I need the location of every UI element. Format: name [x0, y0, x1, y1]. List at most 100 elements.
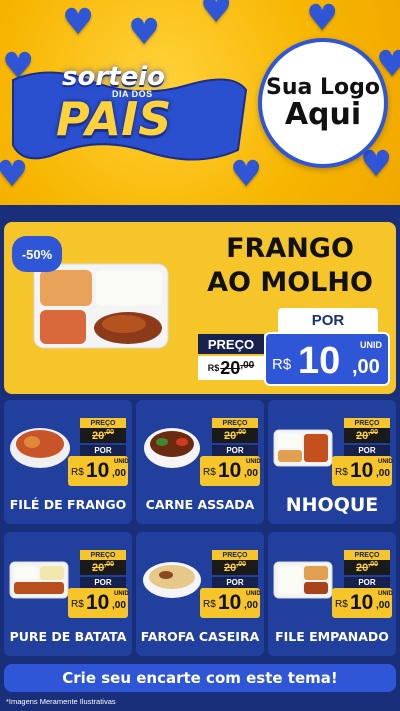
unit-label: UNID — [360, 340, 382, 350]
old-price-cents: ,00 — [104, 429, 114, 436]
food-tray-image — [9, 561, 69, 599]
preco-label: PREÇO — [80, 550, 126, 560]
logo-line-1: Sua Logo — [265, 74, 380, 100]
food-bowl-image — [144, 428, 200, 468]
new-price: R$ 10 ,00 UNID — [200, 588, 261, 618]
price-value: 10 — [86, 459, 110, 482]
title-sorteio: sorteio — [62, 62, 165, 92]
price-cents: ,00 — [244, 600, 258, 611]
por-label: POR — [212, 445, 258, 456]
price-value: 10 — [218, 591, 242, 614]
new-price: R$ 10 ,00 UNID — [332, 456, 393, 486]
heart-icon: ♥ — [128, 12, 161, 53]
food-tray-image — [33, 263, 169, 349]
product-name: NHOQUE — [285, 494, 379, 516]
heart-icon: ♥ — [200, 0, 233, 31]
product-name: FAROFA CASEIRA — [140, 629, 260, 644]
food-tray-image — [273, 429, 333, 467]
currency: R$ — [335, 467, 348, 478]
price-value: 10 — [86, 591, 110, 614]
preco-label: PREÇO — [344, 550, 390, 560]
disclaimer: *Imagens Meramente Ilustrativas — [6, 697, 116, 706]
new-price-currency: R$ — [272, 356, 292, 373]
product-card[interactable]: PREÇO 20,00 POR R$ 10 ,00 UNID PURE DE B… — [4, 532, 132, 656]
old-price: 20,00 — [80, 428, 126, 443]
preco-label: PREÇO — [198, 334, 264, 354]
old-price-cents: ,00 — [236, 429, 246, 436]
old-price-value: 20 — [356, 561, 369, 574]
new-price: R$ 10 ,00 UNID — [264, 332, 390, 386]
preco-label: PREÇO — [212, 418, 258, 428]
preco-label: PREÇO — [212, 550, 258, 560]
new-price: R$ 10 ,00 UNID — [332, 588, 393, 618]
price-value: 10 — [350, 591, 374, 614]
old-price: 20,00 — [344, 560, 390, 575]
currency: R$ — [335, 599, 348, 610]
old-price-value: 20 — [224, 429, 237, 442]
price-value: 10 — [218, 459, 242, 482]
por-label: POR — [80, 577, 126, 588]
featured-name-line-2: AO MOLHO — [207, 267, 373, 298]
new-price-value: 10 — [298, 340, 341, 382]
product-card[interactable]: PREÇO 20,00 POR R$ 10 ,00 UNID FILÉ DE F… — [4, 400, 132, 524]
product-name: FILE EMPANADO — [275, 629, 389, 644]
new-price: R$ 10 ,00 UNID — [68, 456, 129, 486]
currency: R$ — [71, 599, 84, 610]
old-price-value: 20 — [224, 561, 237, 574]
old-price: R$ 20 ,00 — [198, 356, 264, 380]
price-cents: ,00 — [376, 600, 390, 611]
logo-placeholder[interactable]: Sua Logo Aqui — [258, 38, 388, 168]
product-card[interactable]: PREÇO 20,00 POR R$ 10 ,00 UNID NHOQUE — [268, 400, 396, 524]
product-card[interactable]: PREÇO 20,00 POR R$ 10 ,00 UNID CARNE ASS… — [136, 400, 264, 524]
unit-label: UNID — [378, 591, 393, 597]
unit-label: UNID — [114, 591, 129, 597]
old-price-cents: ,00 — [368, 429, 378, 436]
old-price-value: 20 — [220, 357, 241, 378]
old-price: 20,00 — [80, 560, 126, 575]
old-price: 20,00 — [212, 560, 258, 575]
price-cents: ,00 — [244, 468, 258, 479]
old-price-value: 20 — [92, 429, 105, 442]
currency: R$ — [71, 467, 84, 478]
food-bowl-image — [143, 562, 201, 598]
product-card[interactable]: PREÇO 20,00 POR R$ 10 ,00 UNID FAROFA CA… — [136, 532, 264, 656]
price-value: 10 — [350, 459, 374, 482]
old-price-value: 20 — [92, 561, 105, 574]
food-bowl-image — [10, 428, 70, 468]
featured-product-name: FRANGO AO MOLHO — [190, 232, 390, 300]
por-label: POR — [80, 445, 126, 456]
old-price: 20,00 — [212, 428, 258, 443]
heart-icon: ♥ — [306, 0, 339, 39]
currency: R$ — [203, 467, 216, 478]
product-name: CARNE ASSADA — [145, 497, 255, 512]
product-name: FILÉ DE FRANGO — [9, 497, 127, 512]
create-flyer-button[interactable]: Crie seu encarte com este tema! — [4, 664, 396, 692]
old-price: 20,00 — [344, 428, 390, 443]
por-label: POR — [278, 308, 378, 332]
old-price-cents: ,00 — [236, 561, 246, 568]
featured-name-line-1: FRANGO — [226, 233, 354, 264]
product-name: PURE DE BATATA — [9, 629, 127, 644]
unit-label: UNID — [114, 459, 129, 465]
por-label: POR — [344, 577, 390, 588]
old-price-cents: ,00 — [240, 360, 255, 371]
price-cents: ,00 — [376, 468, 390, 479]
new-price-cents: ,00 — [352, 356, 380, 378]
food-tray-image — [273, 561, 333, 599]
logo-line-2: Aqui — [284, 96, 362, 132]
old-price-currency: R$ — [207, 363, 220, 373]
por-label: POR — [344, 445, 390, 456]
title-pais: PAIS — [56, 92, 172, 146]
price-cents: ,00 — [112, 600, 126, 611]
preco-label: PREÇO — [80, 418, 126, 428]
currency: R$ — [203, 599, 216, 610]
heart-icon: ♥ — [360, 144, 393, 185]
por-label: POR — [212, 577, 258, 588]
header: ♥ ♥ ♥ ♥ ♥ ♥ ♥ ♥ ♥ sorteio DIA DOS PAIS S… — [0, 0, 400, 205]
heart-icon: ♥ — [62, 2, 95, 43]
old-price-cents: ,00 — [104, 561, 114, 568]
unit-label: UNID — [246, 591, 261, 597]
old-price-value: 20 — [356, 429, 369, 442]
preco-label: PREÇO — [344, 418, 390, 428]
product-card[interactable]: PREÇO 20,00 POR R$ 10 ,00 UNID FILE EMPA… — [268, 532, 396, 656]
